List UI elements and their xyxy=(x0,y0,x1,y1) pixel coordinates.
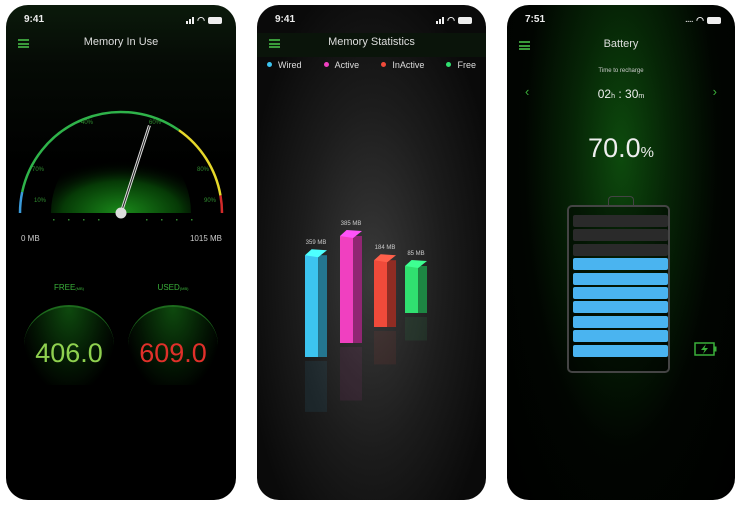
bar-active xyxy=(340,230,362,401)
memory-statistics-screen: 9:41 ◠ Memory Statistics Wired Active In… xyxy=(257,5,486,500)
charging-icon xyxy=(694,342,717,356)
gauge-arc-low xyxy=(18,191,24,214)
gauge-tick xyxy=(146,219,148,221)
gauge-label: 40% xyxy=(81,120,94,126)
wifi-icon: ◠ xyxy=(696,15,704,25)
gauge-pivot xyxy=(115,207,127,219)
bar-reflection xyxy=(305,361,327,412)
free-label: FREE(MB) xyxy=(53,283,84,292)
gauge-label: 90% xyxy=(204,198,217,204)
battery-cell-filled xyxy=(573,315,668,328)
used-label: USED(MB) xyxy=(157,283,189,292)
battery-cell-filled xyxy=(573,287,668,299)
bar-side xyxy=(353,236,362,343)
signal-icon: .... xyxy=(685,17,694,24)
bar-data-label: 184 MB xyxy=(375,245,396,251)
bar-side xyxy=(387,260,396,327)
bar-front xyxy=(340,236,354,343)
gauge-tick xyxy=(83,219,85,221)
battery-icon xyxy=(707,17,721,24)
bar-front xyxy=(374,260,388,327)
gauge-label: 10% xyxy=(34,198,47,204)
header: Battery xyxy=(507,35,735,59)
memory-bar-chart: 359 MB 385 MB 184 MB 85 MB xyxy=(305,221,427,412)
battery-screen: 7:51 .... ◠ Battery Time to recharge ‹ › … xyxy=(507,5,735,500)
bar-reflection xyxy=(374,331,396,365)
gauge-tick xyxy=(176,219,178,221)
bar-front xyxy=(305,255,319,357)
gauge-glow xyxy=(51,138,191,213)
bar-reflection xyxy=(405,317,427,341)
gauge-min-label: 0 MB xyxy=(21,234,40,243)
page-title: Battery xyxy=(603,38,639,50)
bar-front xyxy=(405,266,419,313)
gauge-max-label: 1015 MB xyxy=(189,234,222,243)
bar-data-label: 85 MB xyxy=(407,251,424,257)
battery-cell-empty xyxy=(573,215,668,227)
memory-gauge xyxy=(18,110,224,221)
bar-side xyxy=(318,255,327,357)
battery-cell-filled xyxy=(573,301,668,314)
gauge-tick xyxy=(161,219,163,221)
battery-cell-filled xyxy=(573,344,668,357)
gauge-label: 60% xyxy=(149,120,162,126)
bar-side xyxy=(418,266,427,313)
battery-cell-filled xyxy=(573,330,668,343)
memory-in-use-screen: 9:41 ◠ Memory In Use 10% 70% 40% 60% 80%… xyxy=(6,5,236,500)
bar-wired xyxy=(305,249,327,412)
bar-data-label: 359 MB xyxy=(306,240,327,246)
bar-free xyxy=(405,260,427,341)
battery-cell-filled xyxy=(573,272,668,285)
gauge-tick xyxy=(68,219,70,221)
battery-level: 70.0% xyxy=(588,133,654,163)
gauge-tick xyxy=(98,219,100,221)
gauge-label: 80% xyxy=(197,167,210,173)
free-value: 406.0 xyxy=(35,338,103,368)
used-value: 609.0 xyxy=(139,338,207,368)
gauge-arc-critical xyxy=(219,195,224,214)
battery-cell-empty xyxy=(573,243,668,256)
battery-cell-empty xyxy=(573,229,668,242)
status-bar: 7:51 .... ◠ xyxy=(525,14,721,28)
bar-inactive xyxy=(374,254,396,365)
bar-reflection xyxy=(340,347,362,401)
status-time: 7:51 xyxy=(525,14,546,25)
recharge-time: 02h : 30m xyxy=(597,87,645,101)
gauge-tick xyxy=(53,219,55,221)
gauge-label: 70% xyxy=(32,167,45,173)
gauge-tick xyxy=(191,219,193,221)
battery-cell-filled xyxy=(573,258,668,271)
recharge-label: Time to recharge xyxy=(598,68,644,74)
bar-data-label: 385 MB xyxy=(341,221,362,227)
